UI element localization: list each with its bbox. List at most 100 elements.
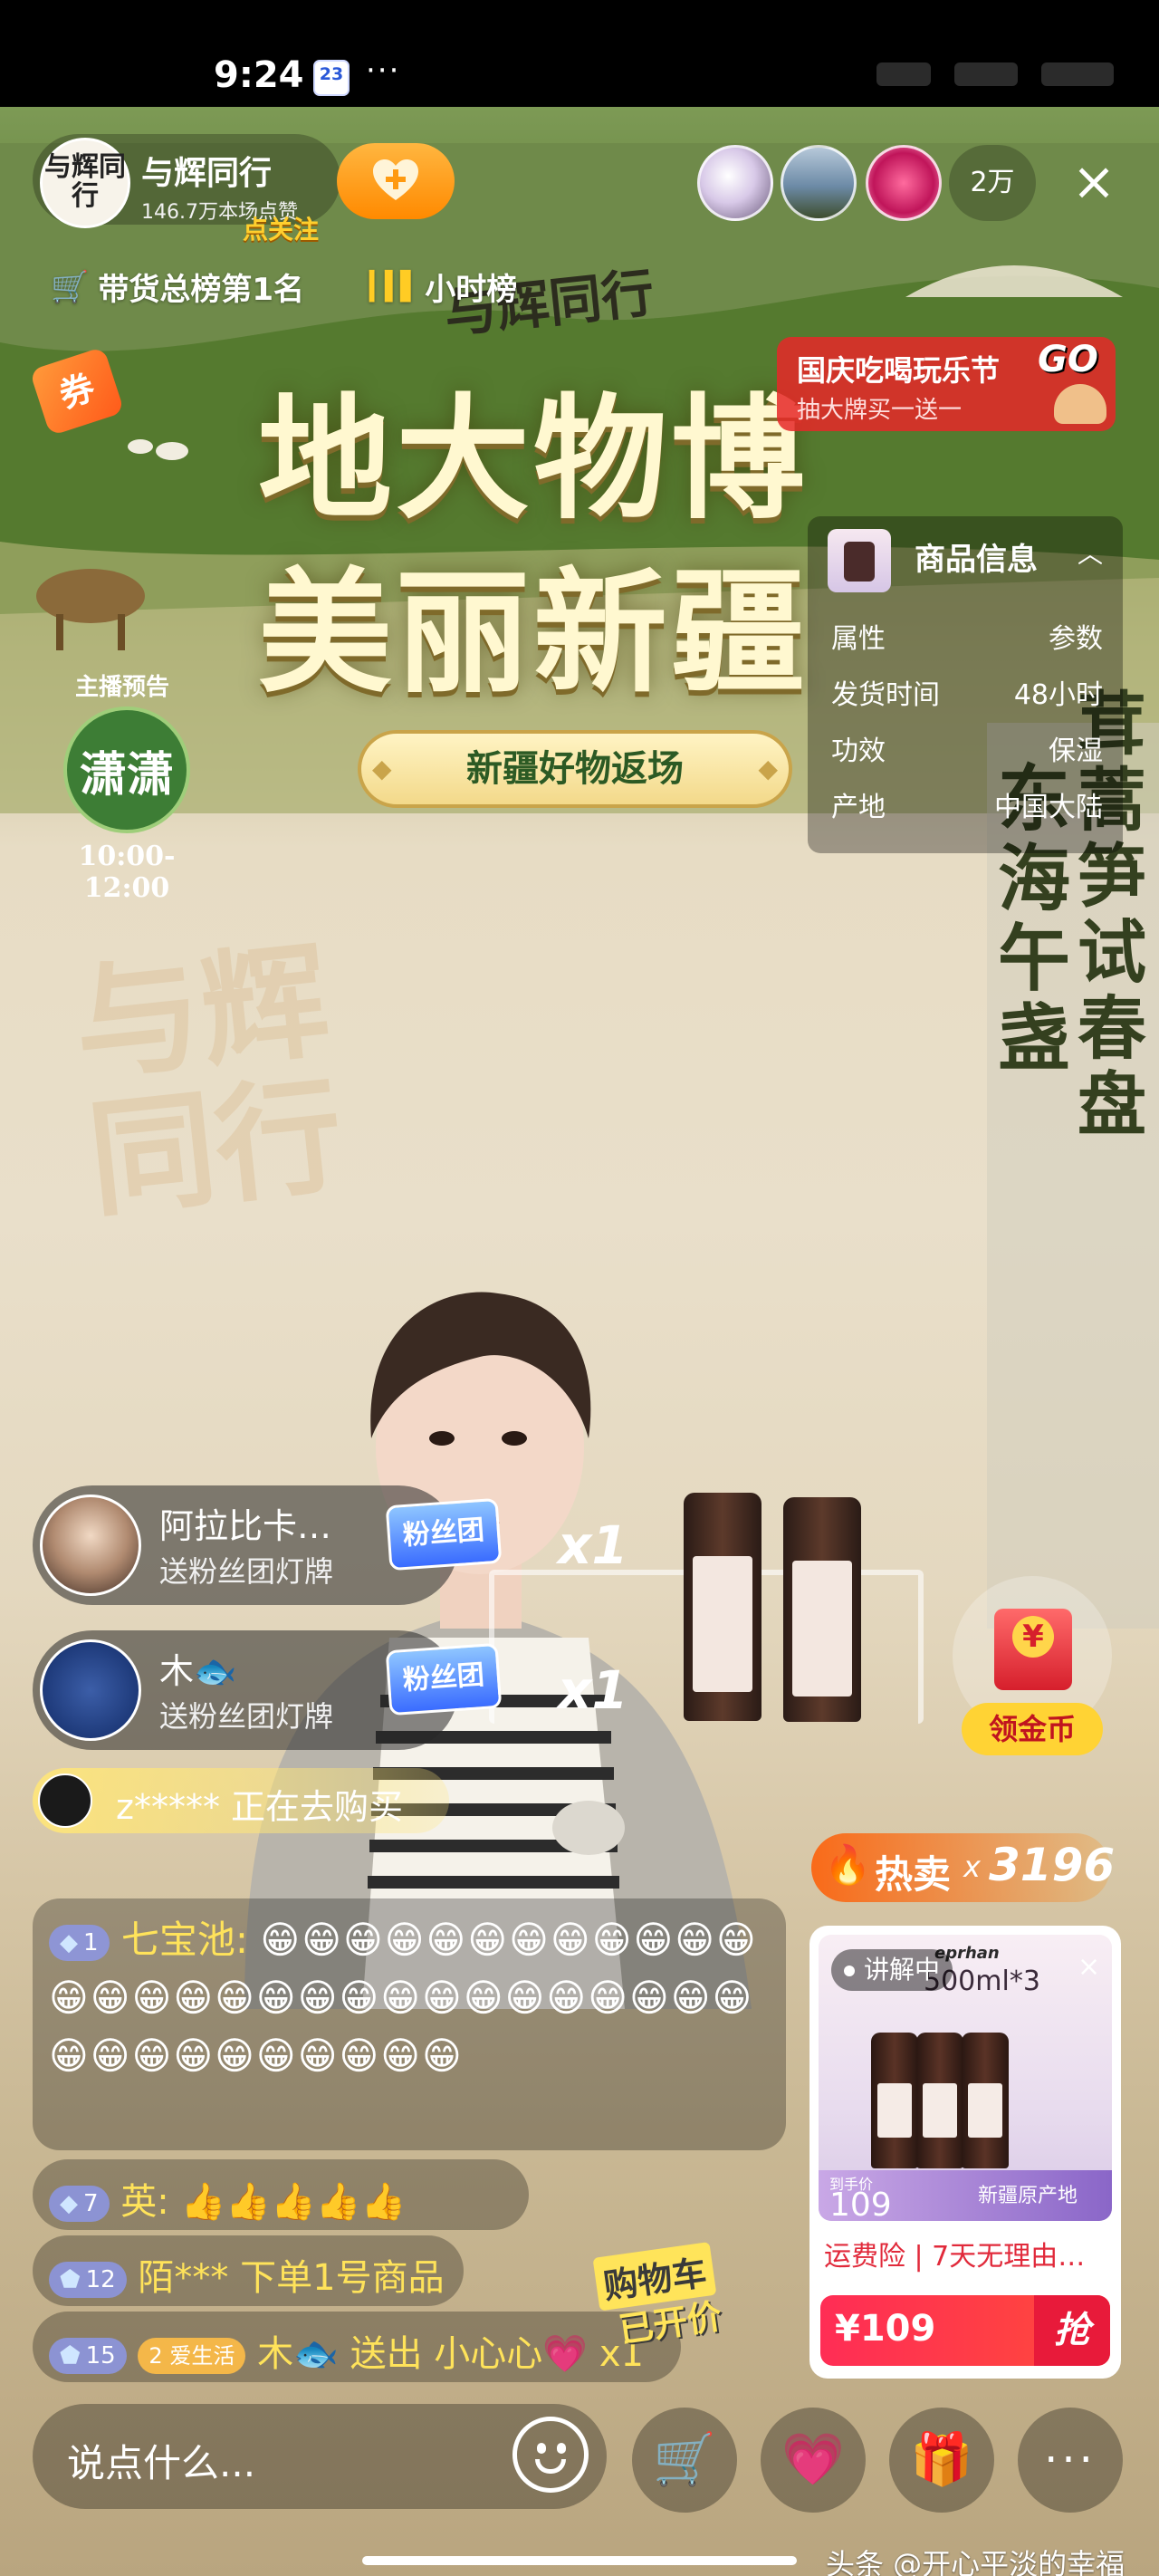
host-name[interactable]: 与辉同行 — [141, 147, 272, 194]
gift-sender-name: 阿拉比卡… — [159, 1506, 332, 1546]
hot-sale-x: x — [963, 1850, 981, 1884]
status-bar: 9:24 23 ··· — [0, 0, 1159, 107]
coin-house-icon — [994, 1609, 1072, 1690]
chat-text: 下单1号商品 — [240, 2257, 445, 2299]
follow-button[interactable] — [337, 143, 455, 219]
gift-action: 送粉丝团灯牌 — [159, 1554, 334, 1589]
shopping-cart-button[interactable]: 🛒 — [632, 2408, 737, 2513]
user-level: 15 — [85, 2342, 116, 2369]
viewer-count[interactable]: 2万 — [949, 145, 1036, 221]
shopping-cart-icon: 🛒 — [653, 2430, 716, 2489]
user-level: 12 — [85, 2266, 116, 2293]
sales-rank-link[interactable]: 🛒 带货总榜第1名 — [51, 264, 304, 309]
buyer-avatar — [38, 1773, 92, 1828]
heart-plus-icon — [373, 159, 418, 200]
buy-button[interactable]: ¥109 抢 — [820, 2295, 1110, 2366]
info-key: 发货时间 — [831, 679, 940, 711]
gift-button[interactable]: 🎁 — [889, 2408, 994, 2513]
festival-subtitle: 抽大牌买一送一 — [797, 397, 963, 424]
user-level-badge: ◆ 1 — [49, 1924, 110, 1961]
gift-action: 送粉丝团灯牌 — [159, 1699, 334, 1734]
buyer-name: z***** — [116, 1787, 220, 1827]
info-value: 中国大陆 — [994, 792, 1103, 823]
info-value: 保湿 — [1049, 735, 1103, 767]
explaining-badge: 讲解中 — [831, 1949, 953, 1991]
hour-rank-link[interactable]: ▎▍▌ 小时榜 — [369, 264, 517, 309]
follow-ribbon: 点关注 — [243, 215, 320, 245]
info-row: 属性 参数 — [831, 616, 1103, 656]
emoji-icon[interactable] — [512, 2417, 589, 2493]
sales-rank-label: 带货总榜第1名 — [98, 272, 305, 308]
product-bottle — [916, 2033, 963, 2168]
gift-count: x1 — [558, 1514, 628, 1576]
hour-rank-label: 小时榜 — [425, 272, 518, 308]
festival-banner[interactable]: 国庆吃喝玩乐节 抽大牌买一送一 GO — [777, 337, 1116, 431]
festival-title: 国庆吃喝玩乐节 — [797, 353, 1001, 388]
chat-username[interactable]: 七宝池: — [121, 1918, 248, 1962]
gift-notification: 阿拉比卡… 送粉丝团灯牌 粉丝团 x1 — [33, 1485, 628, 1605]
product-info-panel[interactable]: 商品信息 ︿ 属性 参数 发货时间 48小时 功效 保湿 产地 中国大陆 — [808, 516, 1123, 853]
status-icons — [842, 56, 1114, 92]
hot-sale-label: 热卖 — [875, 1852, 952, 1897]
gift-icon: 🎁 — [910, 2430, 973, 2489]
info-row: 功效 保湿 — [831, 728, 1103, 768]
chat-message: ⬟ 12 陌*** 下单1号商品 — [33, 2235, 464, 2306]
coupon-label: 券 — [29, 346, 125, 437]
wifi-icon — [954, 62, 1018, 86]
info-value: 48小时 — [1013, 679, 1103, 711]
coupon-button[interactable]: 券 — [29, 342, 125, 437]
more-button[interactable]: ··· — [1018, 2408, 1123, 2513]
viewer-avatar[interactable] — [697, 145, 773, 221]
calligraphy-banner: 东海午盏 茸蒿笋试春盘 — [987, 687, 1159, 1629]
info-key: 功效 — [831, 735, 886, 767]
like-button[interactable]: 💗 — [761, 2408, 866, 2513]
host-avatar[interactable]: 与辉同行 — [40, 138, 130, 228]
chat-username[interactable]: 英: — [120, 2181, 168, 2223]
gift-sender-name: 木🐟 — [159, 1651, 237, 1691]
fan-club-badge: 粉丝团 — [385, 1642, 503, 1716]
status-more-icon: ··· — [366, 53, 401, 89]
source-watermark: 头条 @开心平淡的幸福 — [826, 2547, 1125, 2576]
fan-level: 2 — [148, 2343, 163, 2369]
product-info-title: 商品信息 — [915, 542, 1038, 578]
festival-go-label: GO — [1038, 339, 1098, 380]
close-icon[interactable]: × — [1078, 1951, 1100, 1983]
buying-text: z***** 正在去购买 — [116, 1779, 403, 1829]
gift-sender-avatar[interactable] — [40, 1495, 141, 1596]
comment-placeholder: 说点什么... — [67, 2441, 256, 2485]
status-time: 9:24 — [214, 54, 304, 96]
grab-label: 抢 — [1034, 2295, 1110, 2366]
product-card-image[interactable]: eprhan 500ml*3 到手价 109 新疆原产地 讲解中 × — [819, 1935, 1112, 2221]
viewer-avatar[interactable] — [781, 145, 857, 221]
fan-club-badge: 粉丝团 — [385, 1497, 503, 1572]
battery-icon — [1041, 62, 1114, 86]
calendar-day: 23 — [319, 64, 344, 84]
gift-notification: 木🐟 送粉丝团灯牌 粉丝团 x1 — [33, 1630, 628, 1750]
product-card[interactable]: eprhan 500ml*3 到手价 109 新疆原产地 讲解中 × 运费险 |… — [809, 1926, 1121, 2379]
product-bottle — [962, 2033, 1009, 2168]
hot-sale-count: 3196 — [989, 1839, 1116, 1891]
product-bottle — [684, 1493, 761, 1721]
chat-message: ◆ 7 英: 👍👍👍👍👍 — [33, 2159, 529, 2230]
gold-coin-entry[interactable]: 领金币 — [951, 1576, 1114, 1766]
comment-input[interactable]: 说点什么... — [33, 2404, 607, 2509]
close-button[interactable]: × — [1058, 152, 1130, 214]
info-key: 产地 — [831, 792, 886, 823]
product-thumbnail — [828, 529, 891, 592]
scene-banner: 新疆好物返场 — [358, 730, 792, 808]
buy-price: ¥109 — [835, 2308, 936, 2350]
scene-title-line2: 美丽新疆 — [258, 553, 809, 711]
viewer-avatar[interactable] — [866, 145, 942, 221]
chevron-up-icon[interactable]: ︿ — [1078, 534, 1103, 571]
product-bottle — [871, 2033, 918, 2168]
chat-username[interactable]: 陌*** — [138, 2257, 228, 2299]
preview-label: 主播预告 — [74, 674, 169, 701]
gift-sender-avatar[interactable] — [40, 1639, 141, 1741]
product-description: 运费险 | 7天无理由… — [824, 2241, 1086, 2273]
fire-icon: 🔥 — [824, 1842, 872, 1887]
home-indicator[interactable] — [362, 2556, 797, 2565]
product-bottle — [783, 1497, 861, 1722]
chat-username[interactable]: 木🐟 — [257, 2333, 339, 2375]
info-row: 产地 中国大陆 — [831, 784, 1103, 824]
signal-icon — [876, 62, 931, 86]
